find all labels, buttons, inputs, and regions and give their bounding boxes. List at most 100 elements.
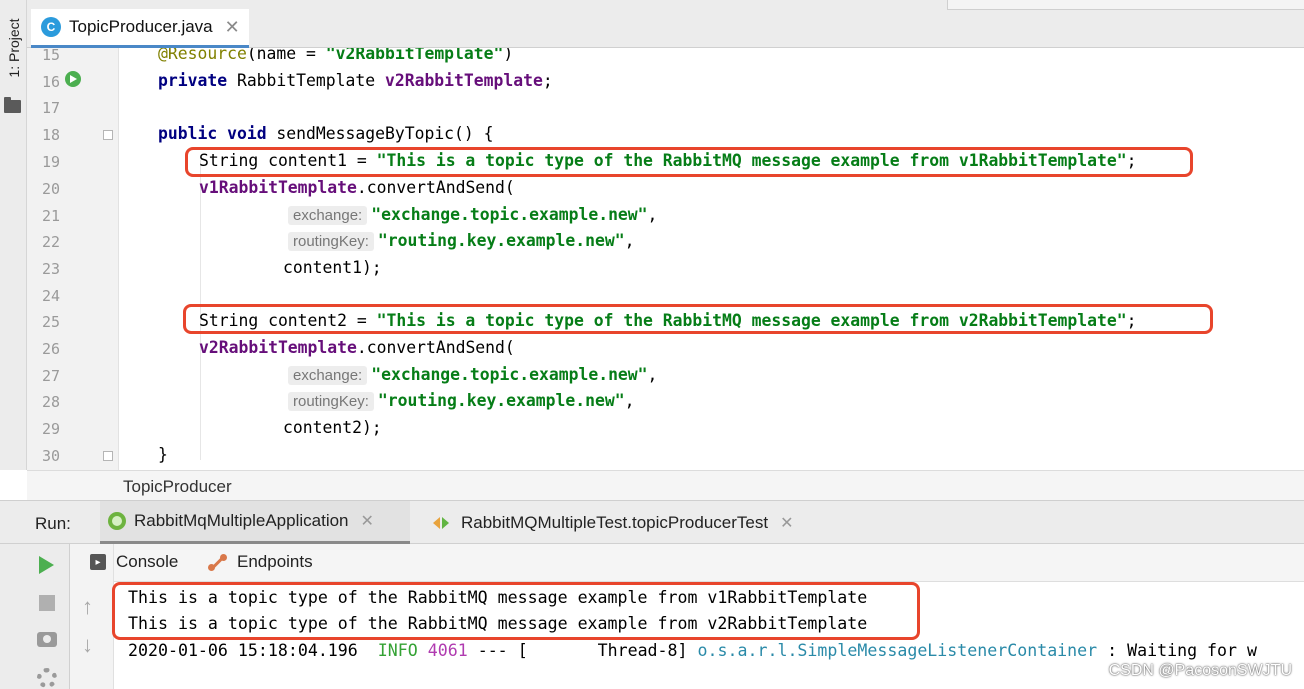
string-token: "exchange.topic.example.new" (371, 205, 648, 224)
endpoints-tab-label: Endpoints (237, 552, 313, 571)
watermark: CSDN @PacosonSWJTU (1108, 662, 1292, 679)
keyword-token: public (158, 124, 218, 143)
code-text: exchange: "exchange.topic.example.new", (288, 205, 657, 225)
editor-tab-label: TopicProducer.java (69, 17, 213, 36)
run-tab-label: RabbitMqMultipleApplication (134, 511, 349, 530)
code-token: .convertAndSend( (356, 338, 515, 357)
code-token: .convertAndSend( (356, 178, 515, 197)
stop-icon[interactable] (39, 595, 55, 611)
code-text: exchange: "exchange.topic.example.new", (288, 365, 657, 385)
project-tool-window-tab[interactable]: 1: Project (2, 10, 24, 90)
line-number: 25 (41, 313, 60, 331)
code-line: 28 routingKey: "routing.key.example.new", (27, 388, 1304, 415)
code-text: } (158, 445, 168, 464)
highlight-box (183, 304, 1213, 334)
code-line: 18 public void sendMessageByTopic() { (27, 121, 1304, 148)
parameter-hint: exchange: (288, 206, 368, 225)
code-line: 30 } (27, 442, 1304, 469)
parameter-hint: routingKey: (288, 232, 374, 251)
console-tab-label: Console (116, 552, 179, 571)
code-token: , (647, 365, 658, 384)
run-tab-test[interactable]: RabbitMQMultipleTest.topicProducerTest ✕ (425, 501, 793, 544)
fold-marker-icon[interactable] (103, 130, 113, 140)
line-number: 16 (41, 73, 60, 91)
spring-boot-icon (108, 512, 126, 530)
console-icon: ▸ (90, 554, 106, 570)
highlight-box (112, 582, 920, 640)
line-number: 18 (41, 126, 60, 144)
string-token: "routing.key.example.new" (377, 231, 625, 250)
run-toolbar (0, 544, 70, 689)
code-line: 15 @Resource(name = "v2RabbitTemplate") (27, 48, 1304, 68)
code-token: RabbitTemplate (227, 71, 385, 90)
run-label: Run: (35, 514, 71, 533)
code-editor[interactable]: 15 @Resource(name = "v2RabbitTemplate") … (27, 48, 1304, 470)
rerun-icon[interactable] (39, 556, 54, 574)
line-number: 15 (41, 48, 60, 64)
field-token: v1RabbitTemplate (199, 178, 357, 197)
code-line: 21 exchange: "exchange.topic.example.new"… (27, 202, 1304, 229)
code-text: private RabbitTemplate v2RabbitTemplate; (158, 71, 553, 90)
camera-icon[interactable] (37, 632, 57, 647)
editor-tab-topicproducer[interactable]: C TopicProducer.java ✕ (31, 9, 249, 48)
down-arrow-icon[interactable]: ↓ (82, 632, 93, 658)
line-number: 30 (41, 447, 60, 465)
close-icon[interactable]: ✕ (225, 17, 240, 38)
code-line: 16 private RabbitTemplate v2RabbitTempla… (27, 68, 1304, 95)
field-token: v2RabbitTemplate (199, 338, 357, 357)
breadcrumb[interactable]: TopicProducer (123, 477, 232, 497)
code-text: routingKey: "routing.key.example.new", (288, 231, 634, 251)
code-text: v2RabbitTemplate.convertAndSend( (199, 338, 515, 357)
code-token: , (647, 205, 658, 224)
code-line: 17 (27, 94, 1304, 121)
line-number: 28 (41, 393, 60, 411)
line-number: 23 (41, 260, 60, 278)
close-icon[interactable]: ✕ (361, 511, 374, 531)
run-tool-header: Run: RabbitMqMultipleApplication ✕ Rabbi… (0, 500, 1304, 544)
run-tab-application[interactable]: RabbitMqMultipleApplication ✕ (100, 501, 410, 544)
string-token: "routing.key.example.new" (377, 391, 625, 410)
parameter-hint: routingKey: (288, 392, 374, 411)
fold-marker-icon[interactable] (103, 451, 113, 461)
log-message: : Waiting for w (1107, 641, 1258, 660)
tab-bar-filler (947, 0, 1304, 10)
up-arrow-icon[interactable]: ↑ (82, 594, 93, 620)
code-text: @Resource(name = "v2RabbitTemplate") (158, 48, 513, 63)
left-tool-strip: 1: Project (0, 0, 27, 470)
code-text: public void sendMessageByTopic() { (158, 124, 494, 143)
line-number: 20 (41, 180, 60, 198)
code-line: 26 v2RabbitTemplate.convertAndSend( (27, 335, 1304, 362)
code-token: sendMessageByTopic() { (266, 124, 494, 143)
log-thread: [ Thread-8] (517, 641, 688, 660)
string-token: "v2RabbitTemplate" (325, 48, 504, 63)
line-number: 24 (41, 287, 60, 305)
tab-endpoints[interactable]: Endpoints (208, 552, 313, 572)
code-token: , (624, 231, 635, 250)
breadcrumb-bar: TopicProducer (27, 470, 1304, 500)
close-icon[interactable]: ✕ (780, 513, 793, 533)
log-timestamp: 2020-01-06 15:18:04.196 (128, 641, 358, 660)
code-line: 22 routingKey: "routing.key.example.new", (27, 228, 1304, 255)
test-config-icon (433, 514, 451, 532)
project-tab-label: 1: Project (6, 18, 22, 78)
code-token: ; (542, 71, 553, 90)
log-separator: --- (477, 641, 508, 660)
endpoints-icon (208, 552, 228, 572)
log-level: INFO (377, 641, 418, 660)
code-text: routingKey: "routing.key.example.new", (288, 391, 634, 411)
line-number: 29 (41, 420, 60, 438)
line-number: 21 (41, 207, 60, 225)
keyword-token: private (158, 71, 228, 90)
line-number: 27 (41, 367, 60, 385)
log-logger[interactable]: o.s.a.r.l.SimpleMessageListenerContainer (698, 641, 1098, 660)
code-line: 23 content1); (27, 255, 1304, 282)
tab-console[interactable]: ▸ Console (90, 552, 178, 572)
code-text: content2); (283, 418, 382, 437)
run-tab-label: RabbitMQMultipleTest.topicProducerTest (461, 512, 769, 532)
console-log-line: 2020-01-06 15:18:04.196 INFO 4061 --- [ … (128, 641, 1257, 660)
log-pid: 4061 (427, 641, 468, 660)
folder-icon[interactable] (4, 97, 21, 113)
gear-icon[interactable] (37, 668, 57, 688)
code-line: 29 content2); (27, 415, 1304, 442)
code-text: content1); (283, 258, 382, 277)
